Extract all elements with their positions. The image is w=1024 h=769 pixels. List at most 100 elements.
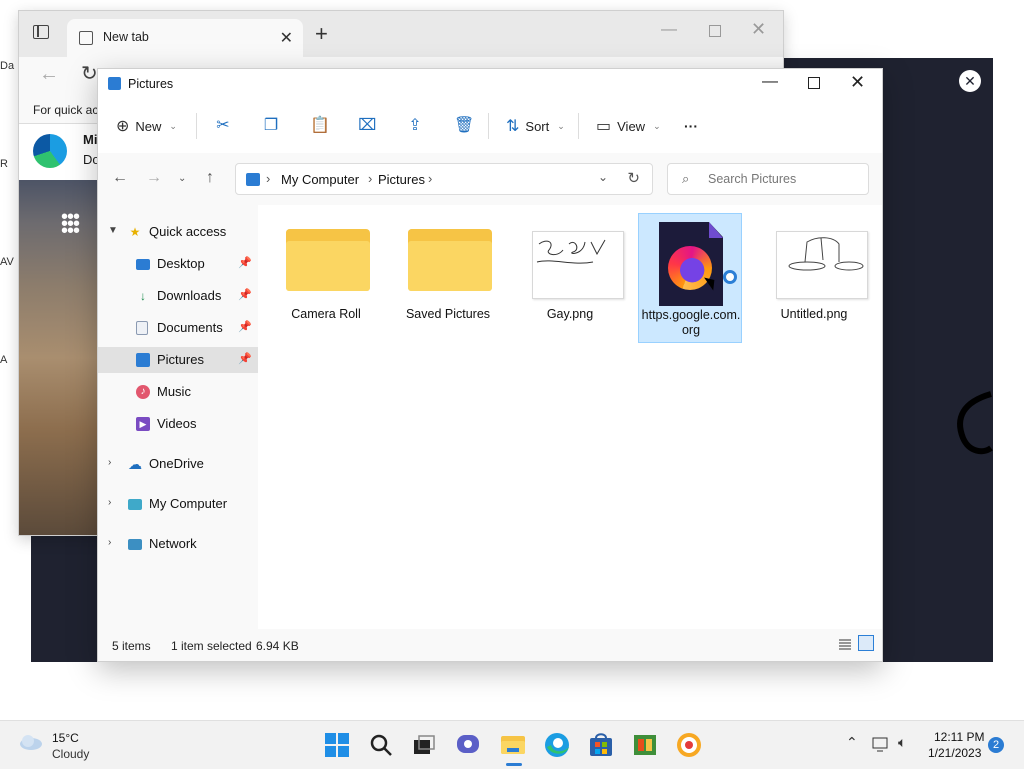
nav-item-onedrive[interactable]: › ☁ OneDrive [98,451,258,477]
large-icons-view-icon[interactable] [858,635,874,651]
minimize-icon[interactable]: — [762,73,778,91]
maximize-icon[interactable] [709,25,721,37]
task-view-icon[interactable] [410,731,438,759]
nav-label: Documents [157,320,223,335]
navigation-bar: ← → ⌄ ↑ › My Computer › Pictures › ⌄ ↻ ⌕… [98,153,882,205]
title-bar: Pictures — ✕ [98,69,882,99]
view-button[interactable]: ▭ View ⌄ [596,115,661,137]
search-icon[interactable] [367,731,395,759]
share-icon[interactable]: ⇪ [406,117,424,135]
recent-locations-icon[interactable]: ⌄ [178,173,186,184]
nav-item-network[interactable]: › Network [98,531,258,557]
shortcut-badge-icon [723,270,737,284]
start-icon[interactable] [323,731,351,759]
folder-item[interactable]: Camera Roll [274,213,378,343]
store-icon[interactable] [587,731,615,759]
nav-item-documents[interactable]: Documents 📌 [98,315,258,341]
pictures-icon [136,353,150,367]
search-placeholder: Search Pictures [708,172,797,186]
browser-tab[interactable]: New tab ✕ [67,19,303,57]
up-arrow-icon[interactable]: ↑ [206,169,214,187]
cut-icon[interactable]: ✂ [214,117,232,135]
folder-icon [408,225,494,297]
divider [488,113,489,139]
nav-item-my-computer[interactable]: › My Computer [98,491,258,517]
chevron-right-icon[interactable]: › [108,537,111,548]
pin-icon[interactable]: 📌 [238,288,252,301]
pin-icon[interactable]: 📌 [238,352,252,365]
nav-item-pictures[interactable]: Pictures 📌 [98,347,258,373]
more-options-button[interactable]: ··· [684,115,698,137]
sort-button[interactable]: ⇅ Sort ⌄ [506,115,565,137]
apps-grid-icon[interactable]: ••• ••• ••• [61,207,80,241]
breadcrumb-item[interactable]: My Computer [281,172,359,187]
breadcrumb-item[interactable]: Pictures [378,172,425,187]
tab-actions-icon[interactable] [33,25,49,39]
nav-label: My Computer [149,496,228,511]
chevron-right-icon[interactable]: › [108,457,111,468]
refresh-icon[interactable]: ↻ [627,169,640,187]
chevron-down-icon[interactable]: ▼ [108,225,118,236]
clock-time[interactable]: 12:11 PM [934,730,984,744]
maximize-icon[interactable] [808,77,820,89]
shield-app-icon[interactable] [675,731,703,759]
new-button[interactable]: ⊕ New ⌄ [116,115,177,137]
tab-close-icon[interactable]: ✕ [280,28,293,48]
nav-item-desktop[interactable]: Desktop 📌 [98,251,258,277]
nav-item-music[interactable]: ♪ Music [98,379,258,405]
promo-card[interactable]: Mi Do [19,124,100,180]
cloud-icon[interactable] [18,733,44,751]
paste-icon[interactable]: 📋 [310,117,330,135]
weather-description[interactable]: Cloudy [52,747,89,761]
chat-icon[interactable] [454,731,482,759]
delete-icon[interactable]: 🗑 [454,117,474,135]
notification-badge[interactable]: 2 [988,737,1004,753]
details-view-icon[interactable] [838,637,852,651]
close-icon[interactable]: ✕ [850,72,865,93]
search-box[interactable]: ⌕ Search Pictures [667,163,869,195]
sort-icon: ⇅ [506,118,520,135]
pin-icon[interactable]: 📌 [238,320,252,333]
chevron-down-icon[interactable]: ⌄ [598,170,608,184]
nav-item-videos[interactable]: ▶ Videos [98,411,258,437]
weather-temperature[interactable]: 15°C [52,731,79,745]
file-name: https.google.com.org [641,308,741,337]
nav-item-quick-access[interactable]: ▼ ★ Quick access [98,219,258,245]
desktop-icon-label[interactable]: Da [0,60,18,72]
desktop-icon-label[interactable]: A [0,354,18,366]
app-icon[interactable] [631,731,659,759]
network-icon[interactable] [872,736,890,752]
minimize-icon[interactable]: — [661,21,677,39]
file-explorer-icon[interactable] [499,731,527,759]
item-count: 5 items [112,639,151,653]
nav-label: Pictures [157,352,204,367]
close-icon[interactable]: ✕ [959,70,981,92]
edge-icon[interactable] [543,731,571,759]
new-tab-button[interactable]: + [315,23,328,45]
selection-count: 1 item selected [171,639,252,653]
rename-icon[interactable]: ⌧ [358,117,376,135]
file-item[interactable]: Gay.png [518,213,624,343]
clock-date[interactable]: 1/21/2023 [928,746,981,760]
folder-item[interactable]: Saved Pictures [396,213,500,343]
file-item[interactable]: Untitled.png [762,213,868,343]
chevron-right-icon[interactable]: › [108,497,111,508]
desktop-icon-label[interactable]: AV [0,256,18,268]
back-arrow-icon[interactable]: ← [39,63,59,86]
address-bar[interactable]: › My Computer › Pictures › ⌄ ↻ [235,163,653,195]
pin-icon[interactable]: 📌 [238,256,252,269]
forward-arrow-icon[interactable]: → [146,169,162,187]
desktop-icon-label[interactable]: R [0,158,18,170]
chevron-up-icon[interactable]: ⌃ [846,734,858,751]
file-item-selected[interactable]: https.google.com.org [638,213,742,343]
selection-size: 6.94 KB [256,639,299,653]
refresh-icon[interactable]: ↻ [81,61,98,86]
back-arrow-icon[interactable]: ← [112,169,128,187]
nav-label: Quick access [149,224,227,239]
copy-icon[interactable]: ❐ [262,117,280,135]
download-icon: ↓ [140,289,146,303]
close-icon[interactable]: ✕ [751,19,766,40]
volume-icon[interactable]: 🔈︎ [898,734,906,751]
view-label: View [617,118,646,134]
nav-item-downloads[interactable]: ↓ Downloads 📌 [98,283,258,309]
